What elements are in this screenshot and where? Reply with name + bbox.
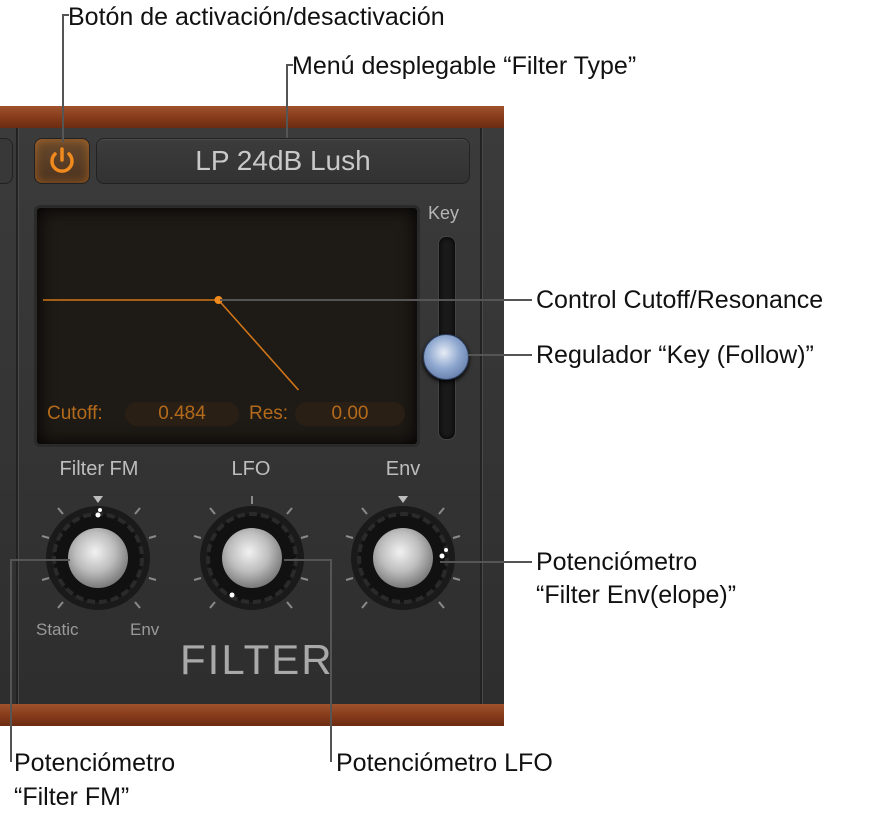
cutoff-value[interactable]: 0.484 [125, 402, 239, 426]
cutoff-label: Cutoff: [47, 403, 103, 424]
filter-power-button[interactable] [34, 138, 90, 184]
leader-cutoff [220, 299, 532, 301]
leader-lfo-v [330, 559, 332, 762]
leader-lfo-h [284, 559, 332, 561]
filter-fm-label: Filter FM [59, 458, 139, 480]
adjacent-control-stub [0, 138, 13, 184]
res-value[interactable]: 0.00 [295, 402, 405, 426]
fm-min-label: Static [36, 620, 79, 639]
callout-cutoff-resonance: Control Cutoff/Resonance [536, 286, 824, 314]
callout-key-follow: Regulador “Key (Follow)” [536, 341, 814, 369]
leader-key [468, 354, 532, 356]
callout-filter-fm-line2: “Filter FM” [14, 783, 130, 811]
leader-fm-v [10, 559, 12, 762]
fm-max-label: Env [130, 620, 160, 639]
callout-filter-env-line1: Potenciómetro [536, 548, 698, 576]
callout-lfo: Potenciómetro LFO [336, 749, 553, 777]
env-label: Env [385, 458, 421, 480]
callout-filter-type-menu: Menú desplegable “Filter Type” [292, 52, 637, 80]
lfo-label: LFO [231, 458, 271, 480]
leader-env [440, 561, 532, 563]
leader-power-v [62, 14, 64, 142]
panel-divider-right [480, 128, 483, 704]
res-label: Res: [249, 403, 289, 424]
callout-filter-env-line2: “Filter Env(elope)” [536, 581, 737, 609]
filter-display[interactable]: Cutoff: 0.484 Res: 0.00 [34, 205, 420, 447]
lfo-knob[interactable] [193, 496, 309, 610]
wood-trim-bottom [0, 704, 504, 726]
power-icon [50, 147, 74, 173]
key-follow-slider-handle[interactable] [423, 334, 469, 380]
callout-power-button: Botón de activación/desactivación [68, 3, 445, 31]
key-label: Key [428, 203, 460, 223]
section-title: FILTER [180, 636, 334, 683]
wood-trim-top [0, 106, 504, 128]
knob-row [41, 496, 461, 610]
filter-fm-knob[interactable] [41, 496, 157, 610]
filter-type-dropdown[interactable]: LP 24dB Lush [96, 138, 470, 184]
callout-filter-fm-line1: Potenciómetro [14, 749, 176, 777]
leader-fm-h [10, 559, 70, 561]
leader-menu-v [286, 64, 288, 138]
filter-env-knob[interactable] [345, 496, 461, 610]
